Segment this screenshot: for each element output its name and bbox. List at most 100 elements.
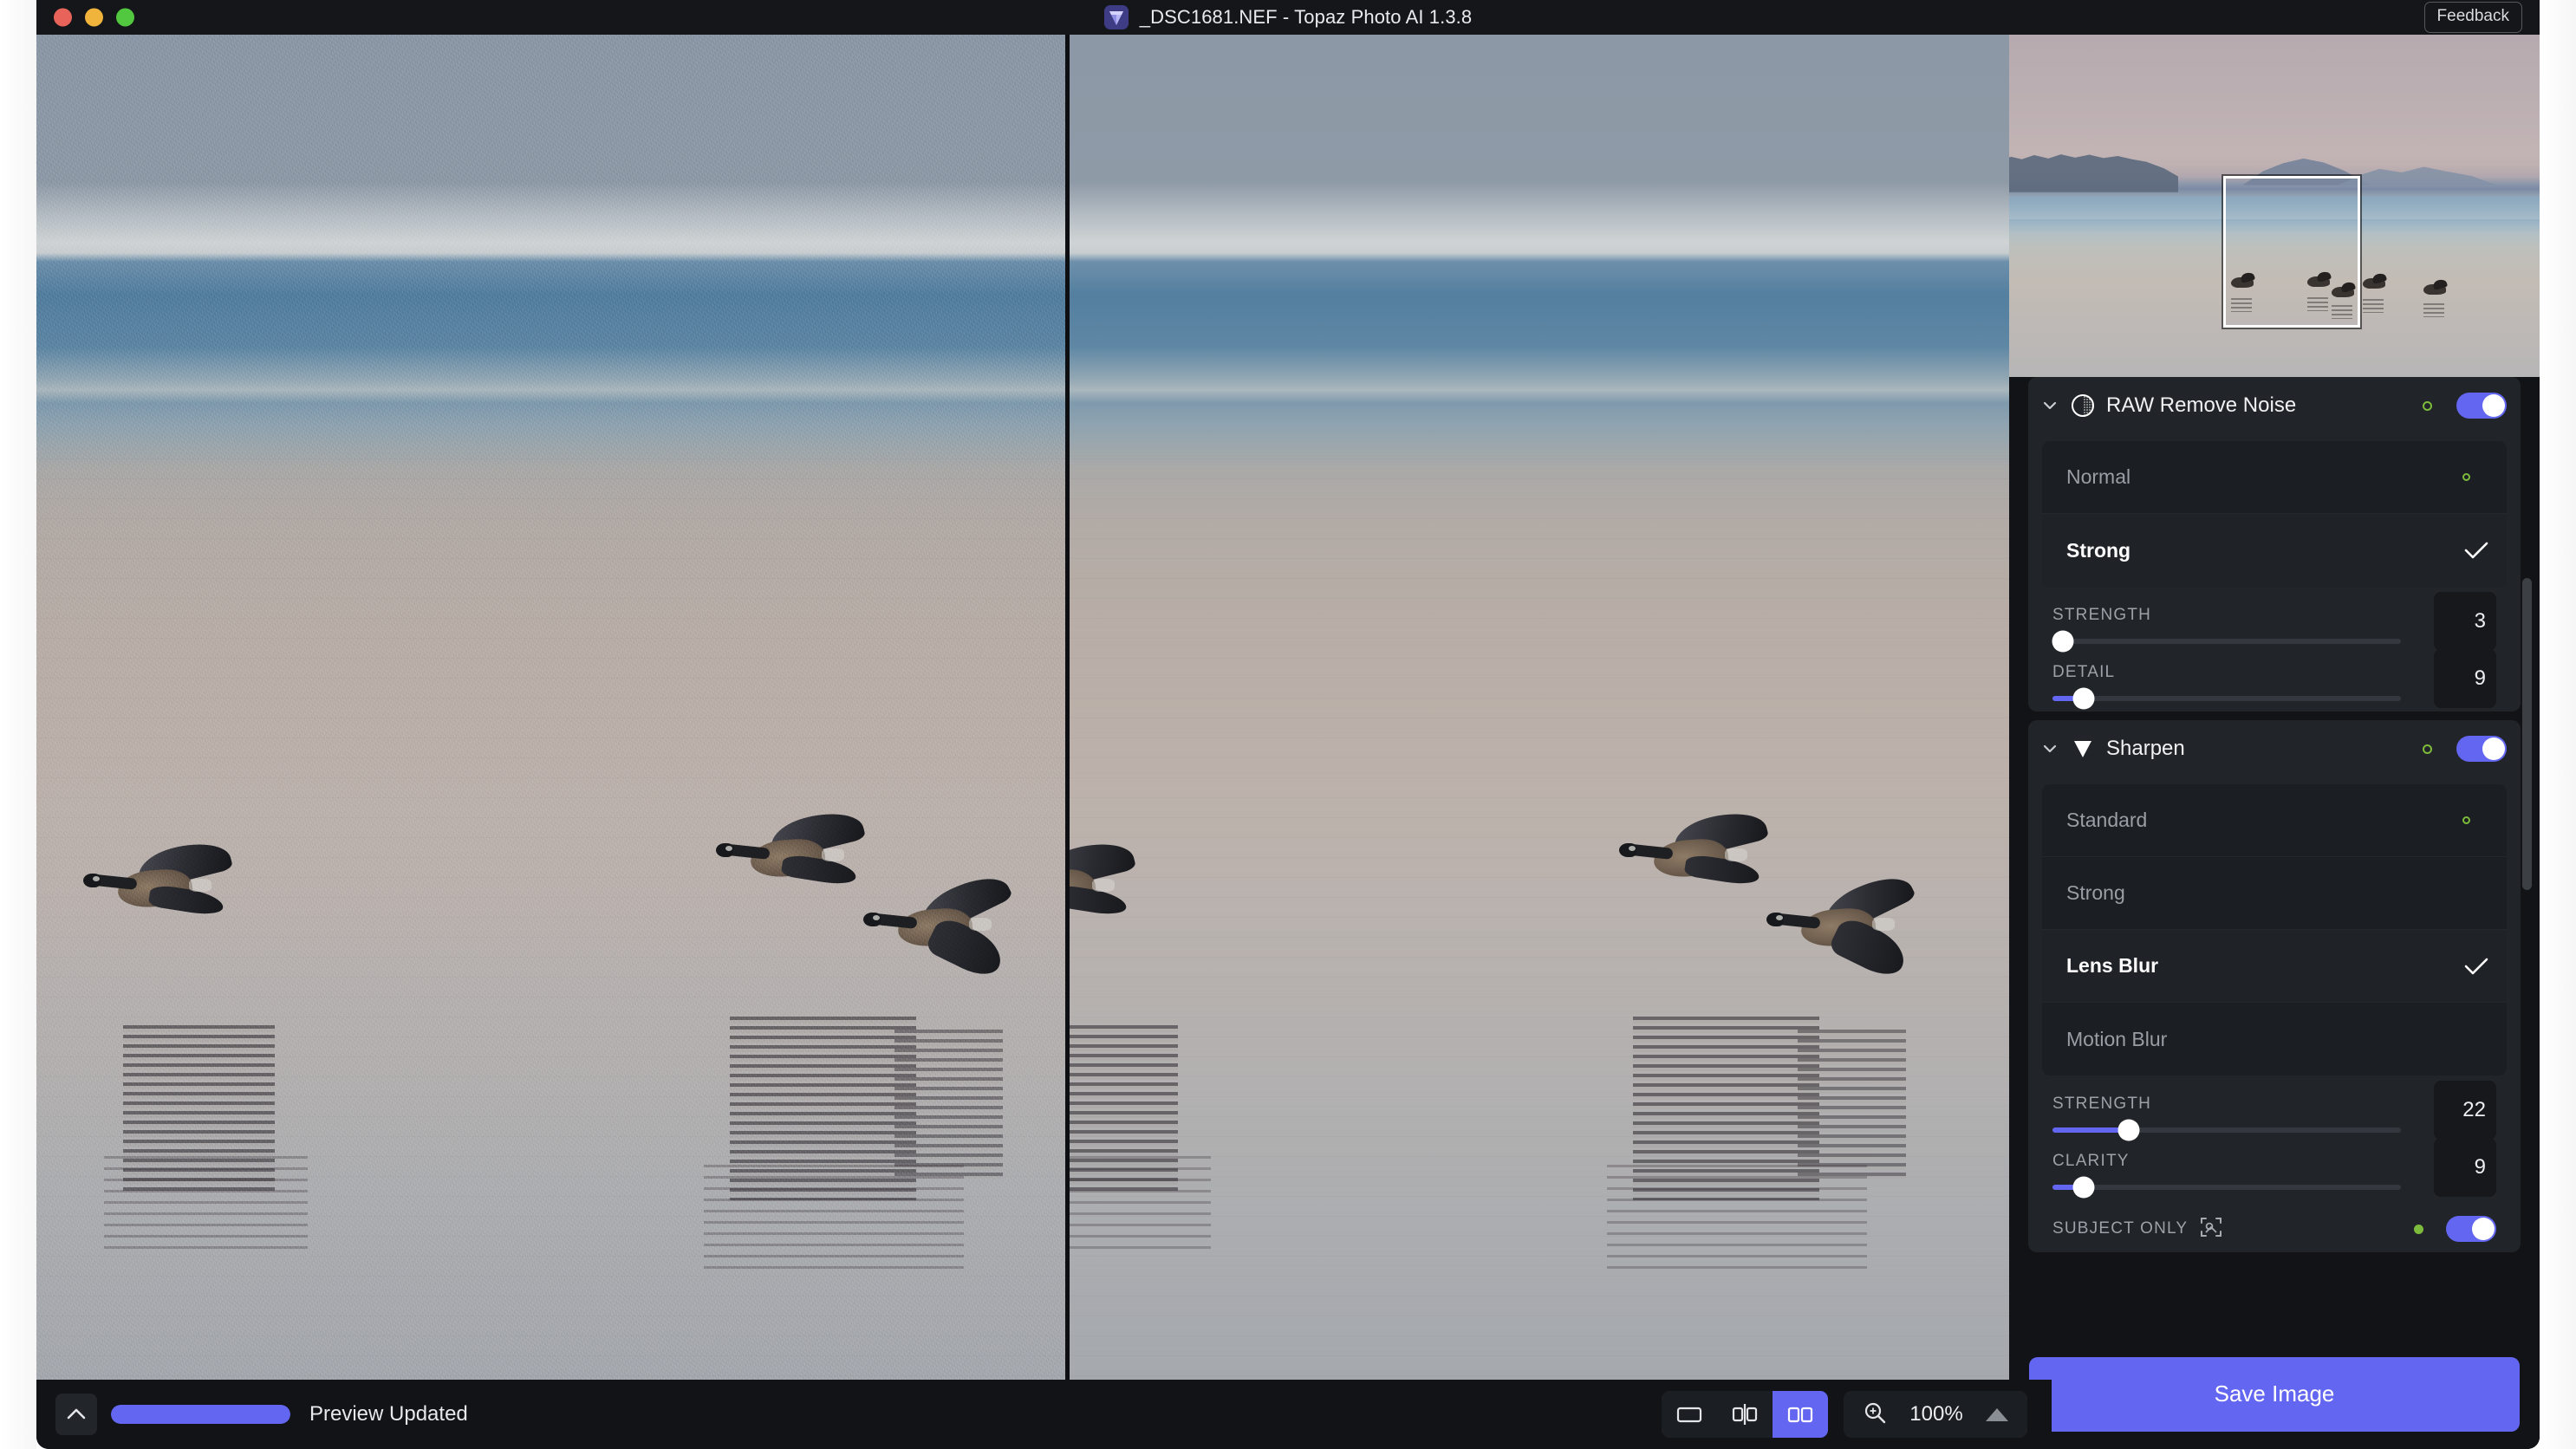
filter-toggle-raw-remove-noise[interactable]: [2456, 393, 2507, 419]
filter-card-raw-remove-noise: RAW Remove Noise Normal Strong STRENGTH …: [2028, 377, 2521, 712]
triangle-up-icon[interactable]: [1986, 1407, 2008, 1421]
navigator-viewport-rect[interactable]: [2221, 174, 2362, 329]
app-gem-icon: [1103, 5, 1129, 29]
model-option-normal[interactable]: Normal: [2042, 441, 2507, 514]
model-list-sharpen: Standard Strong Lens Blur Motion Blur: [2042, 784, 2507, 1075]
slider-label: Detail: [2052, 663, 2116, 681]
auto-indicator-dot-standard: [2462, 816, 2470, 824]
title-center-group: _DSC1681.NEF - Topaz Photo AI 1.3.8: [36, 0, 2540, 35]
model-list-raw-remove-noise: Normal Strong: [2042, 441, 2507, 587]
slider-detail-raw-remove-noise[interactable]: Detail 9: [2052, 649, 2496, 710]
settings-panel: RAW Remove Noise Normal Strong STRENGTH …: [2009, 377, 2540, 1449]
subject-mask-icon: [2200, 1217, 2222, 1242]
goose-reflection-processed-3: [1798, 1027, 1906, 1179]
title-bar: _DSC1681.NEF - Topaz Photo AI 1.3.8 Feed…: [36, 0, 2540, 35]
model-option-strong[interactable]: Strong: [2042, 514, 2507, 587]
model-label: Lens Blur: [2066, 954, 2159, 977]
sharpen-triangle-icon: [2070, 736, 2096, 762]
filter-title-sharpen: Sharpen: [2106, 737, 2185, 760]
status-bar: Preview Updated 100%: [36, 1380, 2052, 1449]
application-window: _DSC1681.NEF - Topaz Photo AI 1.3.8 Feed…: [36, 0, 2540, 1449]
slider-label: Strength: [2052, 606, 2152, 624]
split-view-icon[interactable]: [1717, 1391, 1773, 1438]
image-viewer[interactable]: [36, 35, 2052, 1380]
status-message: Preview Updated: [309, 1402, 468, 1426]
model-option-lens-blur[interactable]: Lens Blur: [2042, 930, 2507, 1003]
navigator-goose-5: [2423, 284, 2446, 295]
magnifier-plus-icon[interactable]: [1863, 1400, 1887, 1429]
model-label: Motion Blur: [2066, 1027, 2168, 1050]
save-image-button[interactable]: Save Image: [2029, 1356, 2520, 1432]
goose-ripples-processed-1: [1070, 1153, 1211, 1257]
auto-indicator-dot-sharpen: [2423, 744, 2432, 754]
zoom-control-group[interactable]: 100%: [1844, 1391, 2027, 1438]
model-option-motion-blur[interactable]: Motion Blur: [2042, 1003, 2507, 1075]
page-margin-left: [0, 0, 36, 1449]
navigator-goose-4: [2363, 278, 2385, 289]
goose-ripples-processed-2: [1607, 1161, 1867, 1274]
slider-rail[interactable]: [2052, 630, 2401, 653]
slider-strength-sharpen[interactable]: Strength 22: [2052, 1081, 2496, 1141]
noise-circle-icon: [2070, 393, 2096, 419]
view-mode-group: [1662, 1391, 1828, 1438]
subject-only-row[interactable]: Subject Only: [2052, 1216, 2496, 1242]
check-icon: [2463, 541, 2489, 560]
page-margin-right: [2540, 0, 2576, 1449]
window-title: _DSC1681.NEF - Topaz Photo AI 1.3.8: [1139, 6, 1473, 28]
subject-only-toggle[interactable]: [2446, 1216, 2496, 1242]
model-label: Strong: [2066, 881, 2125, 904]
settings-scroll-area[interactable]: RAW Remove Noise Normal Strong STRENGTH …: [2009, 377, 2540, 1339]
navigator-goose-reflection-4: [2363, 299, 2384, 313]
chevron-down-icon[interactable]: [2040, 396, 2059, 415]
slider-knob[interactable]: [2072, 1176, 2095, 1199]
filter-header-sharpen[interactable]: Sharpen: [2028, 720, 2521, 777]
pane-divider[interactable]: [1065, 35, 1070, 1380]
save-bar: Save Image: [2009, 1339, 2540, 1449]
feedback-button[interactable]: Feedback: [2423, 2, 2522, 33]
settings-scrollbar[interactable]: [2522, 578, 2532, 890]
water-streaks-processed: [1070, 451, 2052, 1380]
progress-bar: [111, 1405, 290, 1424]
slider-value-clarity[interactable]: 9: [2434, 1138, 2496, 1197]
side-by-side-view-icon[interactable]: [1773, 1391, 1828, 1438]
model-label: Strong: [2066, 538, 2131, 562]
slider-value-strength[interactable]: 22: [2434, 1081, 2496, 1140]
filter-toggle-sharpen[interactable]: [2456, 736, 2507, 762]
check-icon: [2463, 957, 2489, 976]
single-view-icon[interactable]: [1662, 1391, 1717, 1438]
slider-knob[interactable]: [2117, 1119, 2140, 1141]
slider-rail[interactable]: [2052, 687, 2401, 710]
slider-rail[interactable]: [2052, 1176, 2401, 1199]
filter-card-sharpen: Sharpen Standard Strong Lens Blur Motion…: [2028, 720, 2521, 1252]
slider-label: Strength: [2052, 1095, 2152, 1113]
zoom-level-value[interactable]: 100%: [1904, 1402, 1968, 1426]
slider-strength-raw-remove-noise[interactable]: Strength 3: [2052, 592, 2496, 653]
image-noise-overlay: [36, 35, 1065, 1380]
model-option-strong[interactable]: Strong: [2042, 857, 2507, 930]
model-option-standard[interactable]: Standard: [2042, 784, 2507, 857]
viewer-pane-processed[interactable]: [1070, 35, 2052, 1380]
slider-rail[interactable]: [2052, 1119, 2401, 1141]
auto-indicator-dot-raw-remove-noise: [2423, 400, 2432, 411]
slider-value-detail[interactable]: 9: [2434, 649, 2496, 708]
image-navigator-thumbnail[interactable]: [2009, 35, 2540, 377]
progress-bar-fill: [111, 1405, 290, 1424]
filter-header-raw-remove-noise[interactable]: RAW Remove Noise: [2028, 377, 2521, 434]
status-left-group: Preview Updated: [55, 1394, 468, 1435]
auto-indicator-dot-normal: [2462, 473, 2470, 481]
navigator-goose-reflection-5: [2423, 303, 2444, 317]
viewer-pane-original[interactable]: [36, 35, 1065, 1380]
slider-value-strength[interactable]: 3: [2434, 592, 2496, 651]
model-label: Normal: [2066, 465, 2131, 488]
chevron-down-icon[interactable]: [2040, 739, 2059, 758]
filter-title-raw-remove-noise: RAW Remove Noise: [2106, 393, 2297, 417]
chevron-up-icon[interactable]: [55, 1394, 97, 1435]
subject-only-label: Subject Only: [2052, 1219, 2189, 1238]
slider-clarity-sharpen[interactable]: Clarity 9: [2052, 1138, 2496, 1199]
slider-label: Clarity: [2052, 1152, 2130, 1170]
model-label: Standard: [2066, 809, 2148, 831]
auto-indicator-dot-subject-only: [2414, 1224, 2423, 1234]
status-right-group: 100%: [1662, 1391, 2027, 1438]
slider-knob[interactable]: [2052, 630, 2074, 653]
slider-knob[interactable]: [2072, 687, 2095, 710]
